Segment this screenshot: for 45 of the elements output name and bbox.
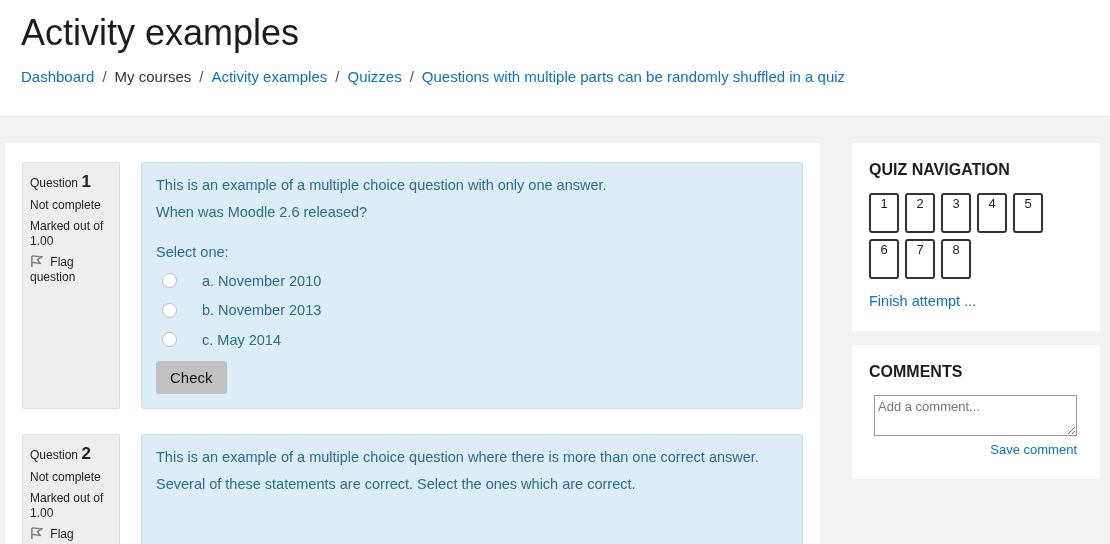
check-button[interactable]: Check xyxy=(156,360,227,394)
choice-label[interactable]: b. November 2013 xyxy=(202,302,322,319)
question-nav-button[interactable]: 6 xyxy=(869,239,899,279)
block-title: COMMENTS xyxy=(869,363,964,381)
question-nav-button[interactable]: 3 xyxy=(941,193,971,233)
question-number: Question 2 xyxy=(30,443,92,465)
breadcrumb-link[interactable]: Questions with multiple parts can be randomly shuffled in a quiz xyxy=(421,68,846,85)
question-nav-button[interactable]: 5 xyxy=(1013,193,1043,233)
breadcrumb-separator: / xyxy=(409,68,414,85)
breadcrumb-link[interactable]: Dashboard xyxy=(21,68,95,85)
save-comment-link[interactable]: Save comment xyxy=(990,442,1077,457)
question-status: Not complete xyxy=(30,469,102,485)
select-prompt: Select one: xyxy=(156,244,230,260)
page-title: Activity examples xyxy=(21,11,301,54)
breadcrumb-separator: / xyxy=(335,68,340,85)
question-nav-button[interactable]: 2 xyxy=(905,193,935,233)
breadcrumb-item: My courses xyxy=(114,68,192,85)
comment-field[interactable]: Add a comment... xyxy=(874,395,1077,436)
question-marks: Marked out of 1.00 xyxy=(30,490,105,521)
choice-label[interactable]: a. November 2010 xyxy=(202,272,322,289)
breadcrumb-separator: / xyxy=(102,68,107,85)
question-nav-button[interactable]: 1 xyxy=(869,193,899,233)
block-title: QUIZ NAVIGATION xyxy=(869,161,1011,179)
question-text: Several of these statements are correct. Select the ones which are correct. xyxy=(156,475,637,492)
question-marks: Marked out of 1.00 xyxy=(30,219,105,249)
question-number: Question 1 xyxy=(30,172,92,193)
breadcrumb-link[interactable]: Activity examples xyxy=(211,68,328,85)
question-text: This is an example of a multiple choice question with only one answer. xyxy=(156,177,608,193)
flag-question-link[interactable]: Flag xyxy=(30,526,112,542)
choice-label[interactable]: c. May 2014 xyxy=(202,331,281,348)
question-status: Not complete xyxy=(30,198,102,213)
question-nav-button[interactable]: 8 xyxy=(941,239,971,279)
question-nav-button[interactable]: 7 xyxy=(905,239,935,279)
flag-icon xyxy=(30,255,43,268)
question-nav-button[interactable]: 4 xyxy=(977,193,1007,233)
flag-icon xyxy=(30,526,43,540)
breadcrumb-separator: / xyxy=(199,68,204,85)
radio-button[interactable] xyxy=(162,332,177,348)
finish-attempt-link[interactable]: Finish attempt ... xyxy=(869,293,1083,309)
radio-button[interactable] xyxy=(162,302,177,318)
question-text: When was Moodle 2.6 released? xyxy=(156,204,369,220)
breadcrumb-link[interactable]: Quizzes xyxy=(347,68,402,85)
question-text: This is an example of a multiple choice question where there is more than one correct answer. xyxy=(156,448,760,465)
flag-question-link[interactable]: Flag question xyxy=(30,255,112,285)
radio-button[interactable] xyxy=(162,273,177,289)
